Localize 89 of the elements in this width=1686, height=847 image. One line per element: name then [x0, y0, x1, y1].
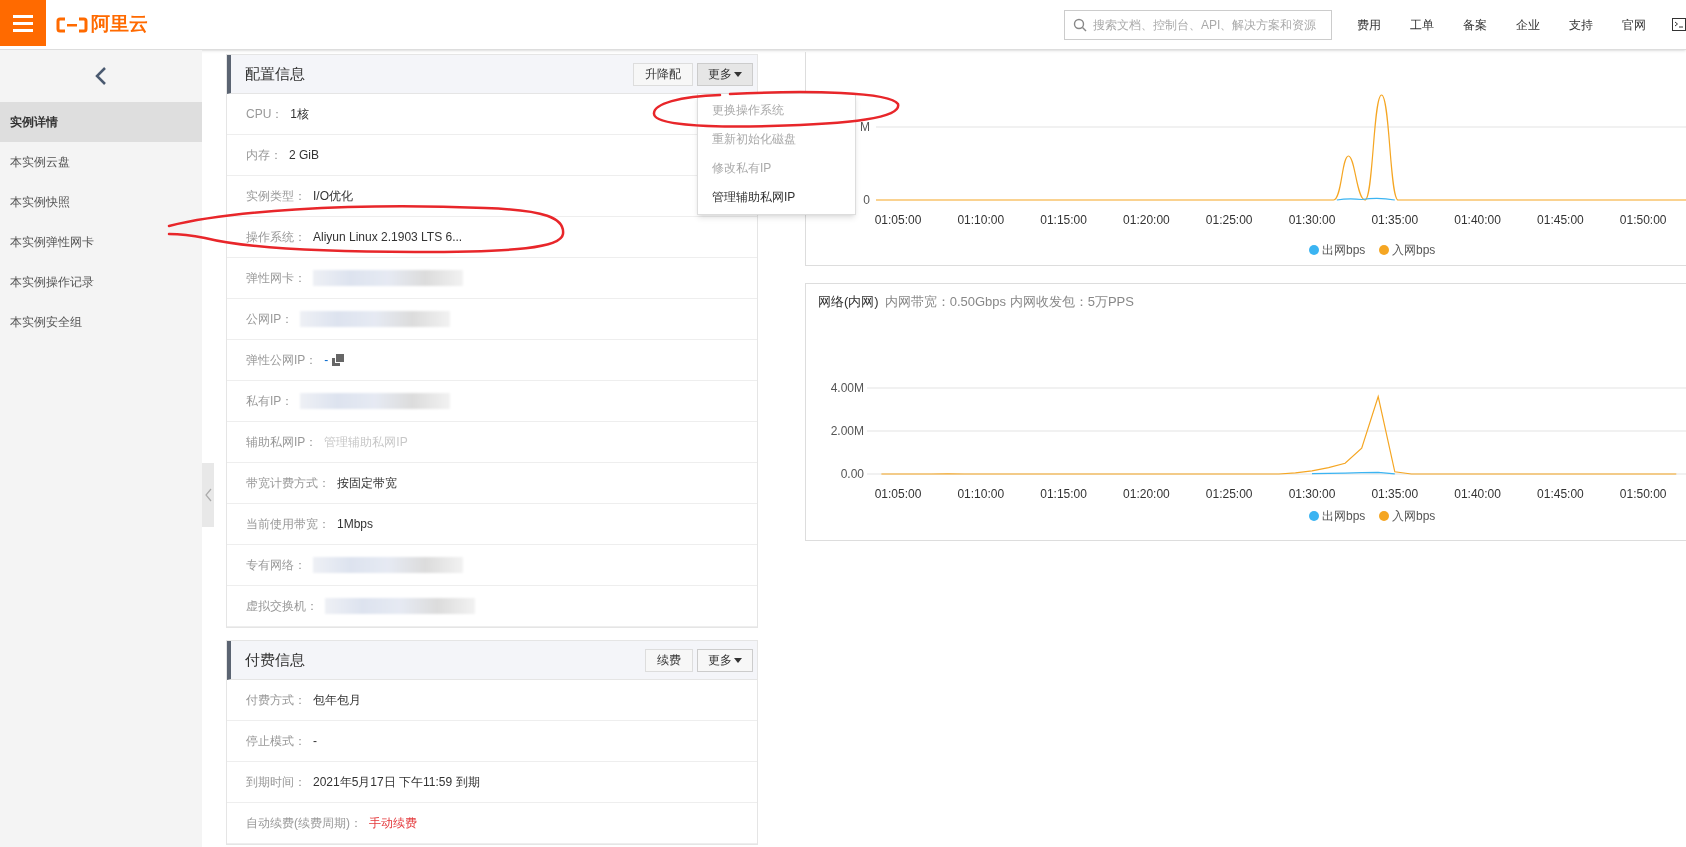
- nav-link[interactable]: 官网: [1619, 15, 1649, 34]
- axis-label: 01:05:00: [874, 213, 922, 227]
- field-label: 内存：: [246, 147, 282, 164]
- axis-label: 2.00M: [830, 423, 864, 438]
- axis-label: 01:30:00: [1288, 213, 1336, 227]
- back-icon[interactable]: [95, 67, 107, 85]
- legend-item[interactable]: 出网bps: [1309, 243, 1366, 257]
- axis-label: 01:10:00: [957, 486, 1005, 501]
- sidebar-item[interactable]: 本实例安全组: [0, 302, 202, 342]
- caret-icon: [734, 71, 742, 77]
- field-label: 公网IP：: [246, 311, 294, 328]
- axis-label: 01:40:00: [1454, 213, 1501, 227]
- copy-icon[interactable]: [332, 354, 345, 366]
- caret-icon: [734, 657, 742, 663]
- field-value: Aliyun Linux 2.1903 LTS 6...: [313, 229, 463, 245]
- axis-label: 4.00M: [830, 380, 864, 395]
- nav-link[interactable]: 工单: [1407, 15, 1437, 34]
- nav-link[interactable]: 备案: [1460, 15, 1490, 34]
- axis-label: 01:05:00: [874, 486, 922, 501]
- sidebar-item[interactable]: 本实例弹性网卡: [0, 222, 202, 262]
- field-label: 自动续费(续费周期)：: [246, 815, 362, 832]
- field-value: 包年包月: [313, 692, 361, 708]
- field-label: 到期时间：: [246, 774, 306, 791]
- field-label: 虚拟交换机：: [246, 598, 318, 615]
- axis-label: 01:35:00: [1371, 213, 1419, 227]
- menu-item[interactable]: 管理辅助私网IP: [698, 182, 855, 212]
- chevron-left-icon: [204, 488, 212, 502]
- field-label: 带宽计费方式：: [246, 475, 330, 492]
- field-value: I/O优化: [313, 188, 353, 204]
- field-value: 2021年5月17日 下午11:59 到期: [313, 774, 480, 790]
- axis-label: 01:25:00: [1205, 486, 1253, 501]
- axis-label: 01:25:00: [1205, 213, 1253, 227]
- field-label: 弹性公网IP：: [246, 352, 318, 369]
- axis-label: 01:35:00: [1371, 486, 1419, 501]
- axis-label: M: [860, 120, 870, 134]
- axis-label: 01:40:00: [1454, 486, 1501, 501]
- field-label: 当前使用带宽：: [246, 516, 330, 533]
- action-button[interactable]: 续费: [645, 648, 693, 672]
- chart-subtitle: 内网带宽：0.50Gbps 内网收发包：5万PPS: [884, 293, 1134, 311]
- terminal-icon[interactable]: [1672, 18, 1686, 31]
- field-label: 弹性网卡：: [246, 270, 306, 287]
- nav-link[interactable]: 企业: [1513, 15, 1543, 34]
- field-label: 操作系统：: [246, 229, 306, 246]
- axis-label: 01:15:00: [1040, 486, 1087, 501]
- axis-label: 01:45:00: [1537, 486, 1584, 501]
- chart-title: 网络(内网): [818, 293, 879, 311]
- sidebar-item[interactable]: 实例详情: [0, 102, 202, 142]
- field-label: 专有网络：: [246, 557, 306, 574]
- field-value: 1核: [290, 106, 310, 122]
- field-value[interactable]: -: [324, 351, 329, 369]
- field-label: 辅助私网IP：: [246, 434, 318, 451]
- field-value: 按固定带宽: [337, 475, 397, 491]
- collapse-handle[interactable]: [202, 463, 214, 527]
- axis-label: 0: [863, 193, 870, 207]
- sidebar-item[interactable]: 本实例云盘: [0, 142, 202, 182]
- field-value: 1Mbps: [337, 516, 374, 532]
- axis-label: 01:50:00: [1619, 486, 1667, 501]
- axis-label: 01:50:00: [1619, 213, 1667, 227]
- axis-label: 0.00: [840, 466, 864, 481]
- legend-item[interactable]: 入网bps: [1379, 243, 1436, 257]
- axis-label: 01:30:00: [1288, 486, 1336, 501]
- nav-link[interactable]: 费用: [1354, 15, 1384, 34]
- sidebar-item[interactable]: 本实例快照: [0, 182, 202, 222]
- axis-label: 01:20:00: [1123, 213, 1170, 227]
- panel-title: 付费信息: [245, 649, 306, 670]
- axis-label: 01:15:00: [1040, 213, 1087, 227]
- field-label: 实例类型：: [246, 188, 306, 205]
- field-label: 私有IP：: [246, 393, 294, 410]
- logo-icon[interactable]: [56, 16, 88, 33]
- axis-label: 01:20:00: [1123, 486, 1170, 501]
- renewal-link[interactable]: 手动续费: [369, 814, 417, 832]
- more-button[interactable]: 更多: [697, 648, 753, 672]
- menu-button[interactable]: [0, 0, 46, 46]
- field-value: 2 GiB: [289, 147, 319, 163]
- action-button[interactable]: 升降配: [633, 62, 693, 86]
- field-label: 付费方式：: [246, 692, 306, 709]
- field-label: CPU：: [246, 106, 284, 123]
- field-label: 停止模式：: [246, 733, 306, 750]
- legend-item[interactable]: 出网bps: [1309, 508, 1366, 523]
- legend-item[interactable]: 入网bps: [1379, 508, 1436, 523]
- nav-link[interactable]: 支持: [1566, 15, 1596, 34]
- axis-label: 01:45:00: [1537, 213, 1584, 227]
- field-value: -: [313, 733, 318, 749]
- more-button[interactable]: 更多: [697, 62, 753, 86]
- sidebar-item[interactable]: 本实例操作记录: [0, 262, 202, 302]
- search-icon: [1073, 17, 1087, 32]
- axis-label: 01:10:00: [957, 213, 1005, 227]
- panel-title: 配置信息: [245, 63, 306, 84]
- search-field[interactable]: 搜索文档、控制台、API、解决方案和资源: [1064, 9, 1332, 40]
